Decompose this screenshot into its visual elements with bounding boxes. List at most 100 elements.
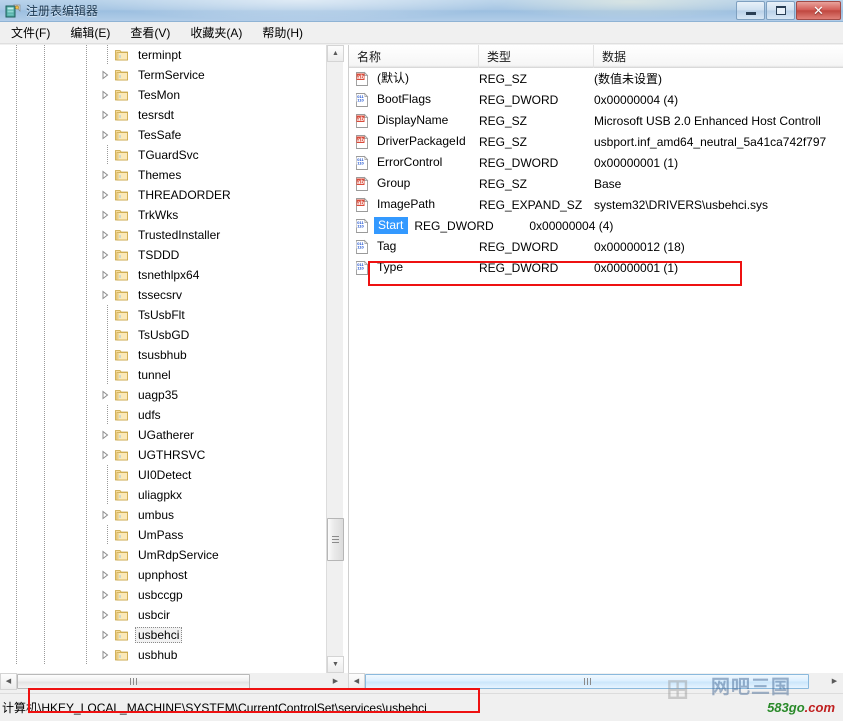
column-header-type[interactable]: 类型 <box>479 45 594 68</box>
menu-edit[interactable]: 编辑(E) <box>61 22 119 43</box>
tree-item-ugatherer[interactable]: UGatherer <box>0 425 326 445</box>
tree-horizontal-scrollbar[interactable]: ◀ ▶ <box>0 673 344 691</box>
tree-item-tesmon[interactable]: TesMon <box>0 85 326 105</box>
tree-item-label: UGatherer <box>138 428 195 442</box>
tree-expander-icon[interactable] <box>100 450 110 460</box>
tree-item-uagp35[interactable]: uagp35 <box>0 385 326 405</box>
menu-help[interactable]: 帮助(H) <box>253 22 312 43</box>
tree-expander-icon[interactable] <box>100 630 110 640</box>
tree-expander-icon[interactable] <box>100 610 110 620</box>
value-data: 0x00000012 (18) <box>594 239 685 254</box>
tree-expander-icon[interactable] <box>100 430 110 440</box>
tree-item-usbhub[interactable]: usbhub <box>0 645 326 665</box>
tree-guide-line <box>86 585 87 605</box>
tree-scroll-down-button[interactable]: ▼ <box>327 656 344 673</box>
tree-hscrollbar-thumb[interactable] <box>17 674 250 689</box>
tree-vertical-scrollbar[interactable]: ▲ ▼ <box>326 45 344 673</box>
tree-item-tsusbhub[interactable]: tsusbhub <box>0 345 326 365</box>
tree-guide-line <box>107 305 108 325</box>
tree-expander-icon[interactable] <box>100 110 110 120</box>
tree-item-umbus[interactable]: umbus <box>0 505 326 525</box>
tree-scrollbar-thumb[interactable] <box>327 518 344 561</box>
tree-item-termservice[interactable]: TermService <box>0 65 326 85</box>
tree-expander-icon[interactable] <box>100 270 110 280</box>
folder-icon <box>114 347 130 363</box>
tree-item-threadorder[interactable]: THREADORDER <box>0 185 326 205</box>
tree-item-tsusbflt[interactable]: TsUsbFlt <box>0 305 326 325</box>
values-horizontal-scrollbar[interactable]: ◀ ▶ <box>348 673 843 691</box>
tree-expander-icon[interactable] <box>100 230 110 240</box>
tree-guide-line <box>44 105 45 125</box>
tree-item-uliagpkx[interactable]: uliagpkx <box>0 485 326 505</box>
maximize-button[interactable] <box>766 1 795 20</box>
tree-expander-icon[interactable] <box>100 650 110 660</box>
tree-expander-icon[interactable] <box>100 550 110 560</box>
tree-expander-icon[interactable] <box>100 90 110 100</box>
column-header-data[interactable]: 数据 <box>594 45 843 68</box>
tree-expander-icon[interactable] <box>100 510 110 520</box>
value-data: Microsoft USB 2.0 Enhanced Host Controll <box>594 113 821 128</box>
column-header-name[interactable]: 名称 <box>349 45 479 68</box>
tree-item-tssecsrv[interactable]: tssecsrv <box>0 285 326 305</box>
tree-item-trustedinstaller[interactable]: TrustedInstaller <box>0 225 326 245</box>
tree-scroll-right-button[interactable]: ▶ <box>327 673 344 690</box>
value-row[interactable]: ab DriverPackageId REG_SZ usbport.inf_amd64… <box>349 131 843 152</box>
tree-expander-icon[interactable] <box>100 390 110 400</box>
value-row[interactable]: ab ImagePath REG_EXPAND_SZ system32\DRIVERS… <box>349 194 843 215</box>
tree-item-tsnethlpx64[interactable]: tsnethlpx64 <box>0 265 326 285</box>
tree-item-tsusbgd[interactable]: TsUsbGD <box>0 325 326 345</box>
tree-item-umpass[interactable]: UmPass <box>0 525 326 545</box>
tree-expander-icon[interactable] <box>100 290 110 300</box>
tree-item-tesrsdt[interactable]: tesrsdt <box>0 105 326 125</box>
tree-guide-line <box>44 545 45 565</box>
registry-tree-list[interactable]: terminpt TermService TesMon tesrsdt TesSafe T… <box>0 45 326 673</box>
value-row[interactable]: 011 110 Type REG_DWORD 0x00000001 (1) <box>349 257 843 278</box>
tree-item-terminpt[interactable]: terminpt <box>0 45 326 65</box>
tree-scroll-left-button[interactable]: ◀ <box>0 673 17 690</box>
menu-favorites[interactable]: 收藏夹(A) <box>181 22 251 43</box>
value-row[interactable]: ab Group REG_SZ Base <box>349 173 843 194</box>
tree-item-usbcir[interactable]: usbcir <box>0 605 326 625</box>
value-row[interactable]: 011 110 Start REG_DWORD 0x00000004 (4) <box>349 215 843 236</box>
tree-expander-icon[interactable] <box>100 590 110 600</box>
close-button[interactable]: ✕ <box>796 1 841 20</box>
menu-file[interactable]: 文件(F) <box>2 22 59 43</box>
tree-item-label: UmRdpService <box>138 548 219 562</box>
tree-item-ui0detect[interactable]: UI0Detect <box>0 465 326 485</box>
tree-item-themes[interactable]: Themes <box>0 165 326 185</box>
registry-values-panel[interactable]: 名称 类型 数据 ab (默认) REG_SZ (数值未设置) 011 110 BootFl… <box>348 45 843 673</box>
value-row[interactable]: 011 110 ErrorControl REG_DWORD 0x00000001 (1… <box>349 152 843 173</box>
values-scroll-left-button[interactable]: ◀ <box>348 673 365 690</box>
tree-item-tsddd[interactable]: TSDDD <box>0 245 326 265</box>
minimize-button[interactable] <box>736 1 765 20</box>
tree-expander-icon[interactable] <box>100 130 110 140</box>
tree-item-label: tesrsdt <box>138 108 175 122</box>
tree-item-usbccgp[interactable]: usbccgp <box>0 585 326 605</box>
tree-item-tguardsvc[interactable]: TGuardSvc <box>0 145 326 165</box>
tree-expander-icon[interactable] <box>100 210 110 220</box>
tree-item-upnphost[interactable]: upnphost <box>0 565 326 585</box>
tree-item-usbehci[interactable]: usbehci <box>0 625 326 645</box>
menu-view[interactable]: 查看(V) <box>121 22 179 43</box>
value-row[interactable]: 011 110 BootFlags REG_DWORD 0x00000004 (4) <box>349 89 843 110</box>
tree-expander-icon[interactable] <box>100 70 110 80</box>
tree-item-tessafe[interactable]: TesSafe <box>0 125 326 145</box>
tree-item-ugthrsvc[interactable]: UGTHRSVC <box>0 445 326 465</box>
tree-scroll-up-button[interactable]: ▲ <box>327 45 344 62</box>
tree-item-trkwks[interactable]: TrkWks <box>0 205 326 225</box>
values-scroll-right-button[interactable]: ▶ <box>826 673 843 690</box>
tree-item-udfs[interactable]: udfs <box>0 405 326 425</box>
value-row[interactable]: ab DisplayName REG_SZ Microsoft USB 2.0 Enh… <box>349 110 843 131</box>
tree-item-tunnel[interactable]: tunnel <box>0 365 326 385</box>
registry-tree-panel[interactable]: terminpt TermService TesMon tesrsdt TesSafe T… <box>0 45 344 673</box>
tree-expander-icon[interactable] <box>100 570 110 580</box>
value-row[interactable]: 011 110 Tag REG_DWORD 0x00000012 (18) <box>349 236 843 257</box>
values-row-container[interactable]: ab (默认) REG_SZ (数值未设置) 011 110 BootFlags REG_DW… <box>349 68 843 673</box>
value-row[interactable]: ab (默认) REG_SZ (数值未设置) <box>349 68 843 89</box>
tree-expander-icon[interactable] <box>100 190 110 200</box>
title-bar[interactable]: 注册表编辑器 ✕ <box>0 0 843 22</box>
values-hscrollbar-thumb[interactable] <box>365 674 809 689</box>
tree-expander-icon[interactable] <box>100 170 110 180</box>
tree-item-umrdpservice[interactable]: UmRdpService <box>0 545 326 565</box>
tree-expander-icon[interactable] <box>100 250 110 260</box>
